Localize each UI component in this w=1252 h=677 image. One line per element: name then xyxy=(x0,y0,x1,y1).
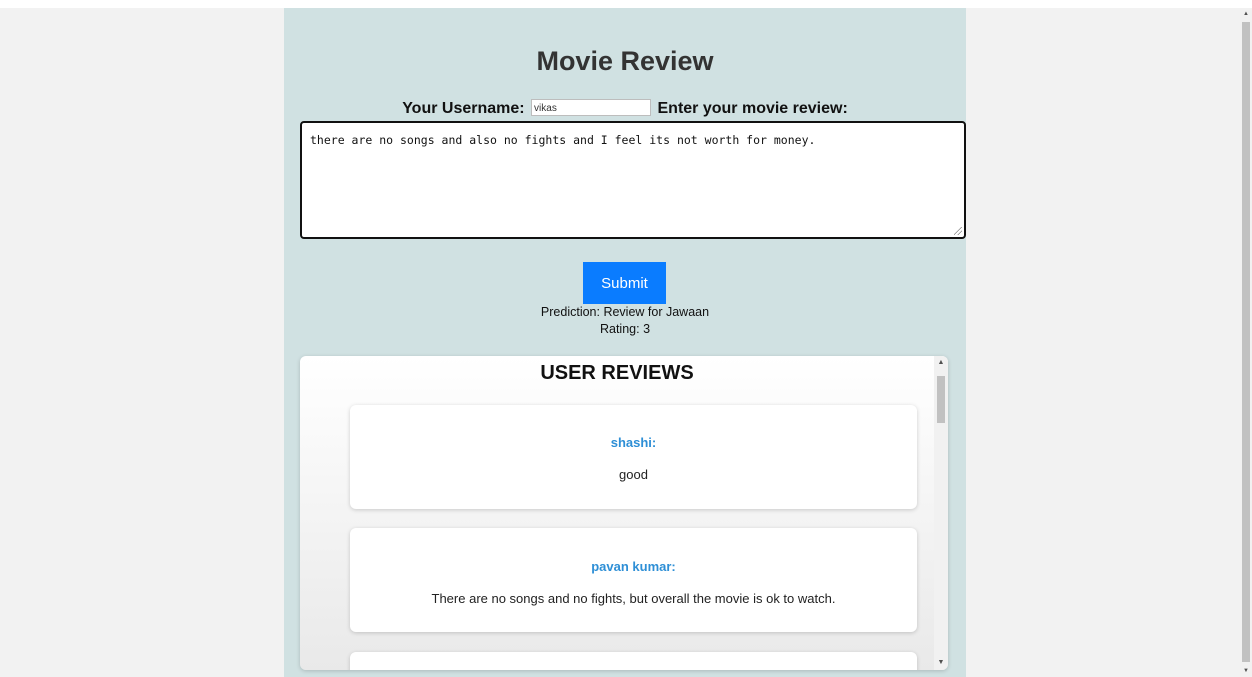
page: Movie Review Your Username: vikas Enter … xyxy=(0,8,1240,677)
prediction-text: Prediction: Review for Jawaan xyxy=(540,305,710,319)
page-scroll-up-icon[interactable]: ▲ xyxy=(1240,8,1252,20)
review-body: good xyxy=(619,467,648,482)
user-reviews-title: USER REVIEWS xyxy=(540,362,694,384)
username-row: Your Username: vikas Enter your movie re… xyxy=(284,98,966,118)
page-scroll-thumb[interactable] xyxy=(1242,22,1250,662)
page-scroll-down-icon[interactable]: ▼ xyxy=(1240,665,1252,677)
review-textarea[interactable]: there are no songs and also no fights an… xyxy=(300,121,966,239)
review-body: There are no songs and no fights, but ov… xyxy=(431,591,836,606)
review-label: Enter your movie review: xyxy=(657,100,848,117)
review-text: there are no songs and also no fights an… xyxy=(310,133,816,147)
review-card: shashi: good xyxy=(350,405,917,509)
resize-grip-icon[interactable] xyxy=(954,227,962,235)
username-label: Your Username: xyxy=(402,100,525,117)
page-scrollbar[interactable]: ▲ ▼ xyxy=(1240,8,1252,677)
reviews-scrollbar[interactable]: ▲ ▼ xyxy=(934,356,948,670)
review-username: pavan kumar: xyxy=(591,559,676,574)
rating-text: Rating: 3 xyxy=(599,322,651,336)
prediction-result: Prediction: Review for Jawaan Rating: 3 xyxy=(284,304,966,338)
page-title: Movie Review xyxy=(536,46,714,76)
review-card: pavan kumar: There are no songs and no f… xyxy=(350,528,917,632)
user-reviews-panel[interactable]: USER REVIEWS shashi: good pavan kumar: T… xyxy=(300,356,948,670)
review-card xyxy=(350,652,917,670)
username-input[interactable]: vikas xyxy=(531,98,652,116)
scroll-down-icon[interactable]: ▼ xyxy=(934,656,948,670)
review-username: shashi: xyxy=(610,435,657,450)
review-container: Movie Review Your Username: vikas Enter … xyxy=(284,8,966,677)
scroll-up-icon[interactable]: ▲ xyxy=(934,356,948,370)
reviews-scroll-thumb[interactable] xyxy=(937,376,945,423)
submit-button[interactable]: Submit xyxy=(583,262,666,304)
